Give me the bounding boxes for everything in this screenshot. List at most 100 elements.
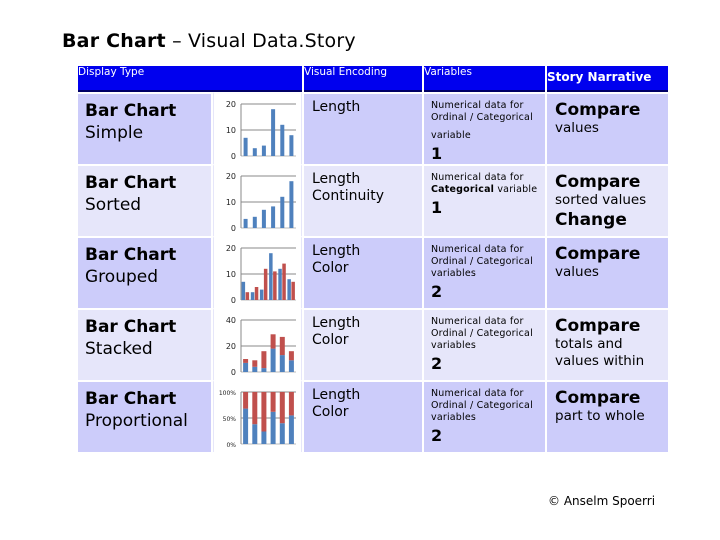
bar	[243, 218, 248, 228]
display-type-name: Bar Chart	[85, 245, 177, 265]
bar-series-1	[250, 292, 255, 300]
table-row: Bar Chart Simple 0 10 20 Length Numerical d…	[78, 92, 668, 164]
variables-desc-2: Ordinal / Categorical	[431, 328, 533, 339]
visual-encoding-cell: Length Color	[304, 308, 422, 380]
bar	[289, 181, 294, 228]
variables-cell: Numerical data for Categorical variable 1	[424, 164, 545, 236]
bar-series-1	[270, 348, 276, 372]
variables-desc-3: variables	[431, 268, 477, 279]
bar-series-2	[279, 392, 285, 424]
story-verb: Compare	[555, 100, 641, 120]
bar-series-1	[252, 424, 258, 444]
y-tick-label: 0	[231, 296, 236, 305]
chart-thumbnail-cell: 0 20 40	[213, 308, 302, 380]
variables-emphasis: Categorical	[431, 184, 495, 195]
bar-series-1	[243, 408, 249, 444]
story-detail: totals and values within	[555, 336, 645, 369]
variables-cell: Numerical data for Ordinal / Categorical v…	[424, 308, 545, 380]
bar-series-1	[243, 362, 249, 372]
bar	[252, 148, 257, 156]
variables-count: 1	[431, 144, 443, 163]
table-row: Bar Chart Grouped 0 10 20 Length Color Numer…	[78, 236, 668, 308]
variables-desc-2: Ordinal / Categorical	[431, 112, 533, 123]
bar-series-1	[288, 415, 294, 444]
display-type-variant: Stacked	[85, 339, 153, 359]
bar-series-2	[261, 392, 267, 432]
y-tick-label: 10	[226, 198, 236, 207]
variables-count: 1	[431, 198, 443, 217]
y-tick-label: 40	[226, 316, 236, 325]
y-tick-label: 0	[231, 152, 236, 161]
display-type-cell: Bar Chart Sorted	[78, 164, 211, 236]
y-tick-label: 50%	[223, 416, 237, 423]
story-cell: Compare sorted values Change	[547, 164, 668, 236]
y-tick-label: 0	[231, 368, 236, 377]
story-verb: Compare	[555, 388, 641, 408]
display-type-variant: Simple	[85, 123, 144, 143]
table-header-row: Display Type Visual Encoding Variables S…	[78, 66, 668, 92]
y-tick-label: 0	[231, 224, 236, 233]
bar-series-2	[291, 281, 295, 300]
bar-series-1	[287, 279, 291, 300]
bar-series-2	[252, 360, 258, 367]
bar-series-2	[254, 287, 259, 300]
bar	[280, 196, 285, 228]
encoding-line-1: Length	[312, 99, 361, 115]
display-type-name: Bar Chart	[85, 317, 177, 337]
story-verb: Compare	[555, 172, 641, 192]
table-row: Bar Chart Stacked 0 20 40 Length Color Numer…	[78, 308, 668, 380]
header-display-type: Display Type	[78, 66, 302, 92]
encoding-line-1: Length	[312, 315, 361, 331]
display-type-name: Bar Chart	[85, 101, 177, 121]
bar	[271, 109, 276, 156]
variables-desc-3: variables	[431, 412, 477, 423]
story-verb: Compare	[555, 316, 641, 336]
table-row: Bar Chart Sorted 0 10 20 Length Continuity N…	[78, 164, 668, 236]
variables-desc-2: Ordinal / Categorical	[431, 256, 533, 267]
variables-desc-3: variables	[431, 340, 477, 351]
header-story-narrative: Story Narrative	[547, 66, 668, 92]
bar	[261, 209, 266, 228]
story-cell: Compare values	[547, 92, 668, 164]
variables-desc-1: Numerical data for	[431, 388, 524, 399]
bar	[243, 137, 248, 156]
y-tick-label: 20	[226, 100, 236, 109]
variables-desc-1: Numerical data for	[431, 244, 524, 255]
display-type-cell: Bar Chart Stacked	[78, 308, 211, 380]
chart-thumbnail-cell: 0% 50% 100%	[213, 380, 302, 452]
mini-chart-sorted: 0 10 20	[226, 172, 296, 233]
story-extra: Change	[555, 210, 627, 230]
chart-thumbnail-cell: 0 10 20	[213, 164, 302, 236]
variables-cell: Numerical data for Ordinal / Categorical v…	[424, 380, 545, 452]
variables-desc-3: variable	[431, 130, 471, 141]
encoding-line-1: Length	[312, 387, 361, 403]
visual-encoding-cell: Length Color	[304, 236, 422, 308]
variables-desc-1: Numerical data for	[431, 172, 524, 183]
variables-desc-2: Ordinal / Categorical	[431, 400, 533, 411]
bar-series-1	[270, 411, 276, 444]
variables-cell: Numerical data for Ordinal / Categorical v…	[424, 92, 545, 164]
bar-series-1	[252, 366, 258, 372]
bar-series-1	[278, 268, 282, 300]
table-row: Bar Chart Proportional 0% 50% 100% Length Co…	[78, 380, 668, 452]
bar	[289, 135, 294, 156]
story-cell: Compare values	[547, 236, 668, 308]
bar-series-1	[261, 368, 267, 372]
bar	[271, 206, 276, 228]
y-tick-label: 0%	[226, 442, 236, 449]
display-type-name: Bar Chart	[85, 389, 177, 409]
bar-chart-table: Display Type Visual Encoding Variables S…	[76, 66, 670, 452]
mini-chart-simple: 0 10 20	[226, 100, 296, 161]
bar-series-2	[279, 336, 285, 356]
encoding-line-2: Color	[312, 332, 349, 348]
variables-cell: Numerical data for Ordinal / Categorical v…	[424, 236, 545, 308]
bar-series-2	[273, 271, 277, 300]
bar-series-1	[269, 253, 273, 300]
encoding-line-2: Color	[312, 260, 349, 276]
bar-series-1	[259, 289, 264, 300]
display-type-variant: Grouped	[85, 267, 159, 287]
variables-count: 2	[431, 282, 443, 301]
bar-series-2	[243, 392, 249, 409]
display-type-cell: Bar Chart Grouped	[78, 236, 211, 308]
bar	[252, 216, 257, 228]
